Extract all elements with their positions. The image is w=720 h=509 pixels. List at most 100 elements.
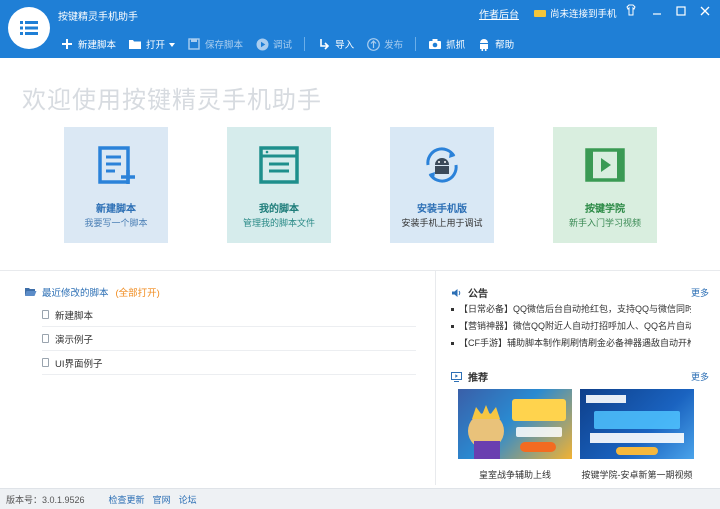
help-label: 帮助 (495, 40, 515, 51)
maximize-icon (676, 6, 686, 16)
debug-label: 调试 (273, 40, 293, 51)
new-script-card-title: 新建脚本 (96, 204, 136, 215)
new-script-card[interactable]: 新建脚本 我要写一个脚本 (64, 127, 168, 243)
install-mobile-card[interactable]: 安装手机版 安装手机上用于调试 (390, 127, 494, 243)
document-icon (42, 310, 49, 319)
capture-label: 抓抓 (446, 40, 466, 51)
notice-more-link[interactable]: 更多 (691, 286, 709, 299)
bullet-icon (451, 308, 454, 312)
help-button[interactable]: 帮助 (477, 37, 514, 51)
speaker-icon (452, 288, 461, 297)
academy-card-title: 按键学院 (585, 204, 625, 215)
shirt-icon (626, 4, 636, 16)
bullet-icon (451, 342, 454, 346)
new-script-label: 新建脚本 (78, 40, 117, 51)
recent-script-name: UI界面例子 (55, 358, 103, 370)
official-site-link[interactable]: 官网 (153, 493, 171, 506)
document-icon (42, 358, 49, 367)
my-scripts-icon (259, 146, 299, 184)
skin-button[interactable] (621, 4, 641, 20)
minimize-icon (653, 13, 661, 15)
save-icon (187, 37, 201, 51)
app-title: 按键精灵手机助手 (58, 12, 138, 23)
recommend-banner-academy[interactable] (580, 389, 694, 459)
close-button[interactable] (695, 4, 715, 20)
debug-button[interactable]: 调试 (255, 37, 292, 51)
close-icon (700, 6, 710, 16)
plus-icon (60, 37, 74, 51)
recommend-more-link[interactable]: 更多 (691, 370, 709, 383)
notice-item[interactable]: 【日常必备】QQ微信后台自动抢红包，支持QQ与微信同时抢! (451, 302, 691, 316)
document-icon (42, 334, 49, 343)
open-button[interactable]: 打开 (128, 37, 176, 51)
course-promo-illustration (586, 395, 684, 455)
recommend-caption[interactable]: 皇室战争辅助上线 (458, 468, 572, 481)
author-backend-link[interactable]: 作者后台 (479, 6, 519, 21)
recommend-caption[interactable]: 按键学院-安卓新第一期视频 (580, 468, 694, 481)
folder-open-icon (25, 288, 37, 296)
version-label: 版本号：3.0.1.9526 (6, 494, 85, 505)
save-script-label: 保存脚本 (205, 40, 244, 51)
import-icon (317, 37, 331, 51)
section-divider (0, 270, 720, 271)
notice-header: 公告 更多 (451, 285, 709, 300)
chevron-down-icon (169, 39, 176, 50)
recent-script-item[interactable]: 新建脚本 (42, 303, 416, 327)
column-divider (435, 270, 436, 485)
maximize-button[interactable] (671, 4, 691, 20)
notice-text: 【日常必备】QQ微信后台自动抢红包，支持QQ与微信同时抢! (459, 304, 691, 314)
app-logo (8, 7, 50, 49)
publish-button[interactable]: 发布 (366, 37, 403, 51)
recent-script-item[interactable]: UI界面例子 (42, 351, 416, 375)
recommend-title: 推荐 (468, 373, 488, 384)
minimize-button[interactable] (647, 4, 667, 20)
recent-scripts-header: 最近修改的脚本 (全部打开) (24, 285, 160, 299)
save-script-button[interactable]: 保存脚本 (187, 37, 243, 51)
new-script-icon (98, 146, 135, 184)
phone-battery-icon (534, 9, 546, 17)
title-toolbar-bar: 按键精灵手机助手 作者后台 尚未连接到手机 新建脚本 打开 保存脚本 调试 导入… (0, 0, 720, 58)
menu-list-icon (20, 21, 38, 35)
notice-item[interactable]: 【CF手游】辅助脚本制作刷刷情刷金必备神器遇敌自动开枪 (451, 336, 691, 350)
install-mobile-card-subtitle: 安装手机上用于调试 (401, 218, 483, 228)
video-icon (585, 148, 625, 182)
import-label: 导入 (335, 40, 355, 51)
recent-script-name: 演示例子 (55, 334, 94, 346)
status-bar: 版本号：3.0.1.9526 检查更新 官网 论坛 (0, 488, 720, 509)
android-sync-icon (426, 147, 458, 183)
forum-link[interactable]: 论坛 (179, 493, 197, 506)
recent-script-item[interactable]: 演示例子 (42, 327, 416, 351)
notice-item[interactable]: 【营销神器】微信QQ附近人自动打招呼加人、QQ名片自动点赞 (451, 319, 691, 333)
academy-card-subtitle: 新手入门学习视频 (568, 218, 641, 228)
open-label: 打开 (146, 40, 166, 51)
notice-title: 公告 (468, 289, 488, 300)
toolbar: 新建脚本 打开 保存脚本 调试 导入 发布 抓抓 帮助 (60, 34, 526, 54)
my-scripts-card[interactable]: 我的脚本 管理我的脚本文件 (227, 127, 331, 243)
my-scripts-card-subtitle: 管理我的脚本文件 (242, 218, 315, 228)
my-scripts-card-title: 我的脚本 (259, 204, 299, 215)
new-script-card-subtitle: 我要写一个脚本 (84, 218, 148, 228)
recent-scripts-title: 最近修改的脚本 (42, 288, 109, 299)
publish-label: 发布 (384, 40, 404, 51)
check-update-link[interactable]: 检查更新 (109, 493, 145, 506)
capture-button[interactable]: 抓抓 (428, 37, 465, 51)
open-all-link[interactable]: (全部打开) (116, 285, 160, 299)
bullet-icon (451, 325, 454, 329)
recommend-banner-clash-royale[interactable] (458, 389, 572, 459)
toolbar-separator (415, 37, 417, 51)
monitor-icon (451, 371, 462, 382)
academy-card[interactable]: 按键学院 新手入门学习视频 (553, 127, 657, 243)
camera-icon (428, 37, 442, 51)
phone-status-text: 尚未连接到手机 (550, 9, 617, 20)
toolbar-separator (304, 37, 306, 51)
notice-text: 【营销神器】微信QQ附近人自动打招呼加人、QQ名片自动点赞 (459, 321, 691, 331)
phone-connection-status[interactable]: 尚未连接到手机 (534, 6, 617, 20)
new-script-button[interactable]: 新建脚本 (60, 37, 116, 51)
android-icon (477, 37, 491, 51)
publish-icon (366, 37, 380, 51)
play-circle-icon (255, 37, 269, 51)
install-mobile-card-title: 安装手机版 (417, 204, 467, 215)
folder-icon (128, 37, 142, 51)
import-button[interactable]: 导入 (317, 37, 354, 51)
welcome-heading: 欢迎使用按键精灵手机助手 (22, 87, 322, 114)
